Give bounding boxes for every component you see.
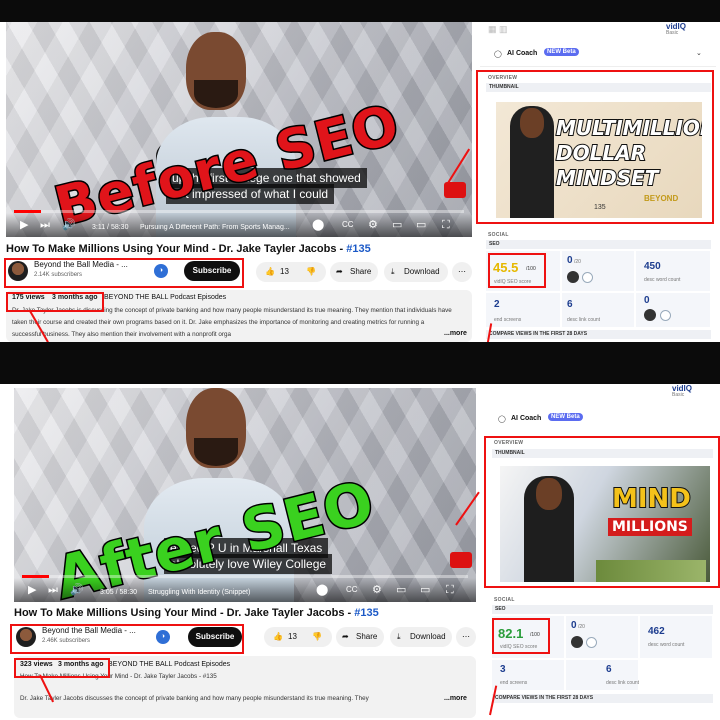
share-icon: ➦ (336, 267, 343, 276)
seo-score-highlight-box (492, 618, 550, 654)
video-title: How To Make Millions Using Your Mind - D… (6, 243, 371, 255)
plan-label: Basic (672, 392, 685, 398)
word-count-card: 462 desc word count (640, 616, 712, 658)
more-link[interactable]: ...more (444, 695, 467, 702)
new-beta-badge: NEW Beta (544, 48, 579, 56)
chat-icon: ◯ (494, 51, 502, 58)
download-icon: ⤓ (391, 267, 395, 276)
video-title: How To Make Millions Using Your Mind - D… (14, 607, 379, 619)
link-count-card: 6 desc link count (566, 660, 639, 690)
theater-icon[interactable]: ▭ (416, 218, 426, 232)
subscribe-watermark-icon (444, 182, 466, 198)
ai-coach-row[interactable]: ◯ AI Coach NEW Beta ⌄ (480, 42, 716, 67)
autoplay-toggle[interactable]: ⬤ (312, 218, 324, 232)
theater-icon[interactable]: ▭ (420, 583, 430, 597)
channel-highlight-box (10, 624, 244, 654)
description-text: Dr. Jake Tayler Jacobs discusses the con… (20, 695, 369, 702)
compare-views-dropdown[interactable]: COMPARE VIEWS IN THE FIRST 28 DAYS (486, 330, 711, 339)
seo-score-highlight-box (488, 253, 546, 288)
volume-icon[interactable]: 🔊 (62, 218, 76, 232)
before-seo-screenshot: up the first college one that showed not… (0, 22, 720, 342)
ai-coach-row[interactable]: ◯ AI Coach NEW Beta (484, 408, 716, 430)
download-button[interactable]: ⤓ Download (390, 627, 452, 647)
chat-icon: ◯ (498, 416, 506, 423)
chevron-down-icon: ⌄ (696, 50, 702, 57)
more-actions-button[interactable]: ⋯ (452, 262, 472, 282)
subscribe-watermark-icon (450, 552, 472, 568)
chapter-title[interactable]: Pursuing A Different Path: From Sports M… (140, 224, 310, 231)
after-seo-screenshot: ended P U in Marshall Texas absolutely l… (0, 384, 720, 720)
seo-dropdown[interactable]: SEO (492, 605, 713, 614)
link-count-card: 6 desc link count (562, 293, 634, 327)
next-icon[interactable]: ⏭ (40, 218, 50, 232)
ai-coach-label: AI Coach (511, 415, 542, 422)
score-20-card: 0 /20 (562, 251, 634, 291)
episode-hashtag: #135 (354, 607, 379, 619)
dislike-icon: 👎 (306, 267, 316, 276)
share-icon: ➦ (342, 632, 349, 641)
sidebar-tab-icons[interactable]: ▦ ▥ (488, 24, 508, 35)
channel-highlight-box (4, 258, 244, 288)
playlist-link[interactable]: BEYOND THE BALL Podcast Episodes (104, 294, 226, 301)
episode-hashtag: #135 (346, 243, 371, 255)
end-screens-card: 2 end screens (486, 293, 560, 327)
video-player[interactable]: up the first college one that showed not… (6, 22, 472, 237)
score-20-card: 0 /20 (566, 616, 638, 658)
vidiq-sidebar: ▦ ▥ vidIQ Basic ◯ AI Coach NEW Beta ⌄ OV… (476, 22, 716, 342)
miniplayer-icon[interactable]: ▭ (392, 218, 402, 232)
plan-label: Basic (666, 30, 679, 36)
next-icon[interactable]: ⏭ (48, 583, 58, 597)
more-actions-button[interactable]: ⋯ (456, 627, 476, 647)
captions-icon[interactable]: CC (346, 583, 358, 597)
miniplayer-icon[interactable]: ▭ (396, 583, 406, 597)
autoplay-toggle[interactable]: ⬤ (316, 583, 328, 597)
fullscreen-icon[interactable]: ⛶ (446, 583, 454, 597)
captions-icon[interactable]: CC (342, 218, 354, 232)
separator (0, 342, 720, 384)
thumbnail-highlight-box (476, 70, 714, 224)
volume-icon[interactable]: 🔊 (70, 583, 84, 597)
play-icon[interactable]: ▶ (20, 218, 28, 232)
playlist-link[interactable]: BEYOND THE BALL Podcast Episodes (108, 661, 230, 668)
download-icon: ⤓ (397, 632, 401, 641)
video-player[interactable]: ended P U in Marshall Texas absolutely l… (14, 388, 476, 602)
ai-coach-label: AI Coach (507, 50, 538, 57)
like-count: 13 (280, 267, 289, 276)
vidiq-sidebar: vidIQ Basic ◯ AI Coach NEW Beta OVERVIEW… (484, 384, 720, 720)
like-count: 13 (288, 632, 297, 641)
fullscreen-icon[interactable]: ⛶ (442, 218, 450, 232)
compare-views-dropdown[interactable]: COMPARE VIEWS IN THE FIRST 28 DAYS (492, 694, 713, 703)
social-label: SOCIAL (494, 597, 515, 603)
time-display: 3:11 / 58:30 (92, 224, 129, 231)
zero-card: 0 (636, 293, 710, 327)
play-icon[interactable]: ▶ (28, 583, 36, 597)
settings-gear-icon[interactable]: ⚙ (372, 583, 382, 597)
like-icon: 👍 (273, 632, 283, 641)
like-dislike-button[interactable]: 👍 13 👎 (256, 262, 326, 282)
share-button[interactable]: ➦ Share (336, 627, 384, 647)
word-count-card: 450 desc word count (636, 251, 710, 291)
end-screens-card: 3 end screens (492, 660, 564, 690)
dislike-icon: 👎 (312, 632, 322, 641)
more-link[interactable]: ...more (442, 330, 467, 337)
views-highlight-box (6, 292, 104, 312)
chapter-title[interactable]: Struggling With Identity (Snippet) (148, 589, 250, 596)
like-icon: 👍 (265, 267, 275, 276)
social-label: SOCIAL (488, 232, 509, 238)
like-dislike-button[interactable]: 👍 13 👎 (264, 627, 332, 647)
new-beta-badge: NEW Beta (548, 413, 583, 421)
share-button[interactable]: ➦ Share (330, 262, 378, 282)
settings-gear-icon[interactable]: ⚙ (368, 218, 378, 232)
download-button[interactable]: ⤓ Download (384, 262, 448, 282)
thumbnail-highlight-box (484, 436, 720, 588)
time-display: 3:05 / 58:30 (100, 589, 137, 596)
seo-dropdown[interactable]: SEO (486, 240, 711, 249)
views-highlight-box (14, 658, 110, 678)
